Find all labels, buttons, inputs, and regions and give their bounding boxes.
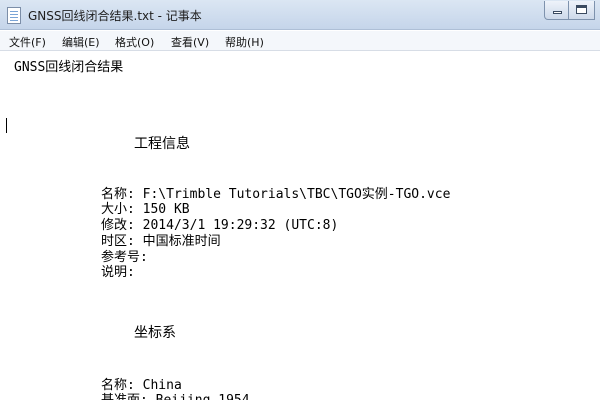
window-title: GNSS回线闭合结果.txt - 记事本 [28, 9, 202, 23]
coordinate-datum-line: 基准面: Beijing 1954 [101, 389, 250, 400]
menu-edit[interactable]: 编辑(E) [62, 34, 100, 50]
maximize-icon [576, 5, 587, 14]
menu-bar: 文件(F) 编辑(E) 格式(O) 查看(V) 帮助(H) [0, 31, 600, 51]
menu-help[interactable]: 帮助(H) [225, 34, 264, 50]
project-description-line: 说明: [101, 265, 135, 280]
menu-view[interactable]: 查看(V) [171, 34, 209, 50]
document-heading: GNSS回线闭合结果 [14, 60, 124, 75]
coordinate-system-title: 坐标系 [134, 325, 176, 341]
text-editor-area[interactable]: GNSS回线闭合结果 工程信息 名称: F:\Trimble Tutorials… [0, 52, 600, 400]
menu-format[interactable]: 格式(O) [115, 34, 154, 50]
menu-file[interactable]: 文件(F) [9, 34, 46, 50]
title-bar[interactable]: GNSS回线闭合结果.txt - 记事本 [0, 0, 600, 30]
maximize-button[interactable] [569, 1, 595, 20]
project-info-title: 工程信息 [134, 136, 190, 152]
text-caret [6, 118, 7, 133]
minimize-icon [553, 11, 562, 14]
notepad-icon[interactable] [7, 7, 21, 24]
minimize-button[interactable] [544, 1, 569, 20]
